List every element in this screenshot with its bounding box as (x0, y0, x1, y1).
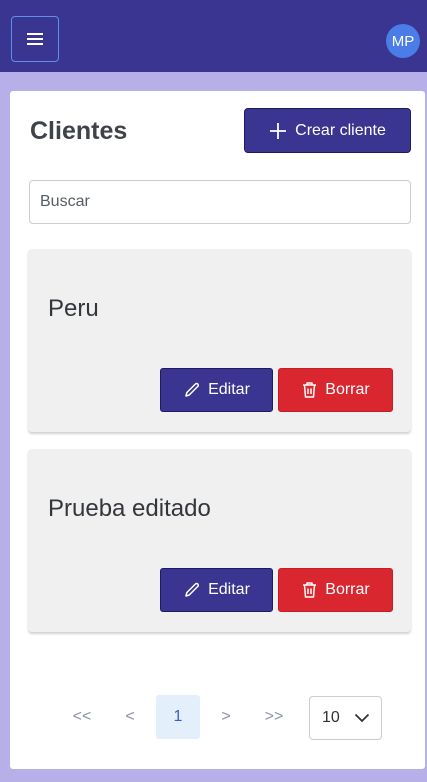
pagination-prev[interactable]: < (108, 695, 152, 739)
search-input[interactable] (29, 180, 411, 224)
pencil-icon (185, 382, 200, 397)
create-client-button[interactable]: Crear cliente (244, 108, 411, 153)
page-size-select[interactable]: 10 (309, 696, 382, 740)
menu-toggle-button[interactable] (11, 16, 59, 62)
edit-button[interactable]: Editar (160, 368, 273, 412)
pagination-first[interactable]: << (60, 695, 104, 739)
user-avatar[interactable]: MP (386, 24, 420, 58)
trash-icon (303, 582, 317, 598)
pagination-page-current[interactable]: 1 (156, 695, 200, 739)
create-client-label: Crear cliente (295, 121, 386, 139)
delete-button[interactable]: Borrar (278, 568, 393, 612)
page-size-value: 10 (322, 709, 340, 726)
main-panel: Clientes Crear cliente Peru Editar Borra… (10, 91, 425, 769)
chevron-down-icon (354, 713, 370, 723)
edit-button[interactable]: Editar (160, 568, 273, 612)
page-title: Clientes (30, 117, 128, 145)
client-card: Prueba editado Editar Borrar (28, 449, 411, 632)
pagination-last[interactable]: >> (252, 695, 296, 739)
edit-label: Editar (208, 381, 250, 398)
client-name: Prueba editado (48, 495, 211, 522)
delete-label: Borrar (325, 381, 370, 398)
pagination-next[interactable]: > (204, 695, 248, 739)
hamburger-icon (27, 33, 43, 45)
delete-button[interactable]: Borrar (278, 368, 393, 412)
top-navbar: MP (0, 0, 427, 72)
pencil-icon (185, 582, 200, 597)
trash-icon (303, 382, 317, 398)
plus-icon (270, 122, 287, 139)
client-card: Peru Editar Borrar (28, 249, 411, 432)
client-name: Peru (48, 295, 99, 322)
delete-label: Borrar (325, 581, 370, 598)
edit-label: Editar (208, 581, 250, 598)
